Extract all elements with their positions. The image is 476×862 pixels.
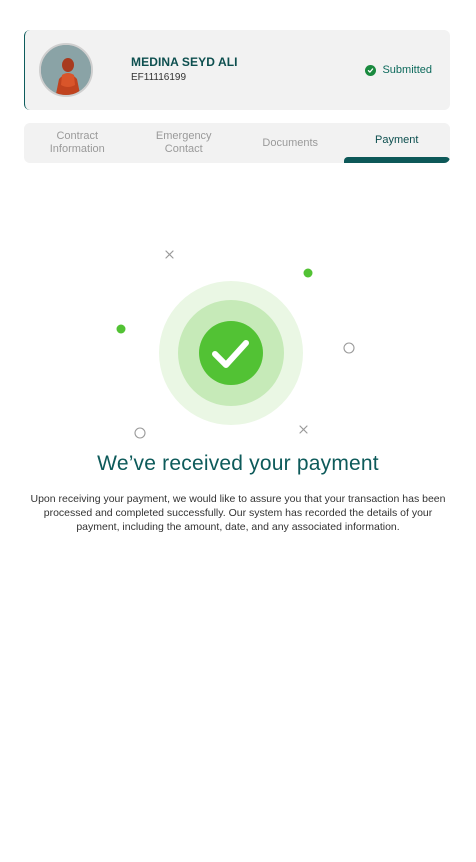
employee-name: MEDINA SEYD ALI [131,55,238,69]
profile-card: MEDINA SEYD ALI EF11116199 Submitted [24,30,450,110]
tab-emergency-contact[interactable]: Emergency Contact [131,123,238,163]
success-illustration [116,250,355,439]
status-label: Submitted [382,64,432,76]
confirmation-message: Upon receiving your payment, we would li… [30,493,446,533]
tab-label: Emergency Contact [155,130,212,155]
dot-decoration [303,268,313,278]
confirmation-title: We’ve received your payment [97,452,379,475]
tab-bar: Contract Information Emergency Contact D… [24,123,450,163]
ring-decoration [134,427,146,439]
tab-label: Documents [262,136,319,149]
dot-decoration [116,324,126,334]
success-badge [199,321,263,385]
status-badge: Submitted [365,64,432,76]
tab-label: Contract Information [49,130,105,155]
ring-decoration [343,342,355,354]
check-circle-icon [365,64,377,76]
tab-payment[interactable]: Payment [343,123,450,163]
tab-label: Payment [375,133,419,146]
tab-documents[interactable]: Documents [237,123,344,163]
tab-contract-information[interactable]: Contract Information [24,123,131,163]
avatar [39,43,93,97]
cross-decoration-icon [299,425,308,434]
employee-id: EF11116199 [131,72,187,83]
cross-decoration-icon [165,250,174,259]
